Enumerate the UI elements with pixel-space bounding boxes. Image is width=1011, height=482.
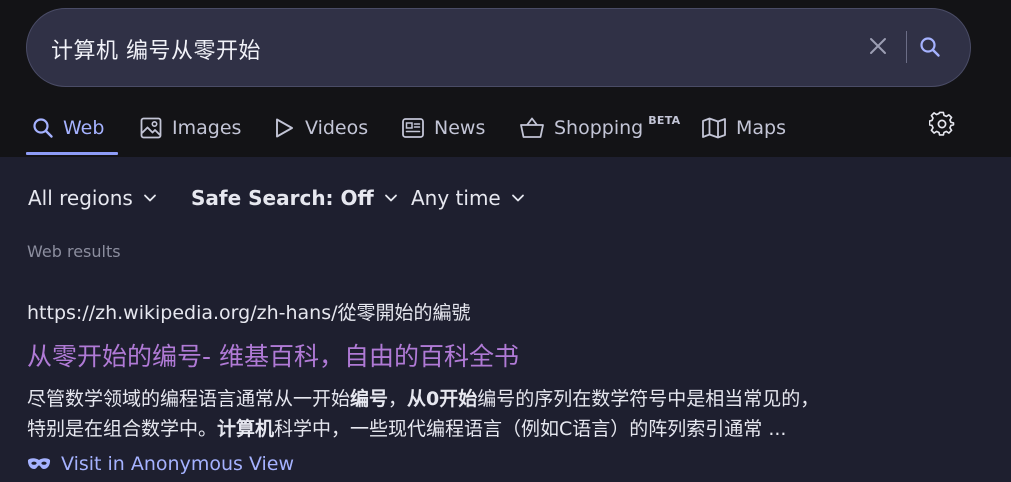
snippet-line-1: 尽管数学领域的编程语言通常从一开始编号，从0开始编号的序列在数学符号中是相当常见…	[27, 384, 927, 414]
tab-maps[interactable]: Maps	[701, 100, 786, 155]
region-filter-label: All regions	[28, 186, 133, 210]
snippet-highlight: 计算机	[217, 418, 275, 440]
tab-label: Web	[63, 116, 105, 139]
beta-badge: BETA	[648, 114, 681, 127]
safe-search-filter-label: Safe Search: Off	[191, 186, 374, 210]
anonymous-view-link[interactable]: Visit in Anonymous View	[27, 453, 294, 475]
tab-label: Shopping	[554, 116, 644, 139]
anonymous-view-label: Visit in Anonymous View	[61, 453, 295, 475]
tab-images[interactable]: Images	[139, 100, 241, 155]
snippet-highlight: 编号	[350, 388, 389, 410]
result-snippet: 尽管数学领域的编程语言通常从一开始编号，从0开始编号的序列在数学符号中是相当常见…	[27, 384, 927, 444]
snippet-text: ，	[388, 388, 408, 410]
tab-web[interactable]: Web	[32, 100, 104, 155]
snippet-text: 科学中，一些现代编程语言（例如C语言）的阵列索引通常 ...	[274, 418, 787, 440]
search-filters: All regions Safe Search: Off Any time	[28, 186, 628, 216]
tab-shopping[interactable]: Shopping BETA	[519, 100, 681, 155]
search-icon	[920, 37, 940, 57]
map-icon	[701, 116, 727, 140]
search-button[interactable]	[914, 31, 946, 63]
snippet-highlight: 从0开始	[407, 388, 478, 410]
search-input[interactable]: 计算机 编号从零开始	[51, 33, 261, 65]
settings-button[interactable]	[928, 110, 956, 138]
vertical-tabs: Web Images Videos News Shopping BETA Map…	[26, 100, 986, 157]
result-title-link[interactable]: 从零开始的编号- 维基百科，自由的百科全书	[27, 337, 519, 373]
play-icon	[272, 116, 296, 140]
active-tab-indicator	[26, 152, 118, 155]
search-icon	[32, 117, 54, 139]
tab-videos[interactable]: Videos	[272, 100, 368, 155]
clear-search-button[interactable]	[863, 31, 893, 61]
snippet-line-2: 特别是在组合数学中。计算机科学中，一些现代编程语言（例如C语言）的阵列索引通常 …	[27, 414, 927, 444]
search-divider	[906, 31, 907, 63]
time-filter-label: Any time	[411, 186, 501, 210]
time-filter[interactable]: Any time	[411, 186, 525, 210]
close-icon	[870, 38, 886, 54]
tab-label: Maps	[736, 116, 786, 139]
image-icon	[139, 116, 163, 140]
tab-news[interactable]: News	[401, 100, 485, 155]
result-url[interactable]: https://zh.wikipedia.org/zh-hans/從零開始的編號	[27, 298, 471, 325]
newspaper-icon	[401, 116, 425, 140]
mask-icon	[27, 457, 51, 471]
tab-label: Videos	[305, 116, 369, 139]
region-filter[interactable]: All regions	[28, 186, 157, 210]
snippet-text: 尽管数学领域的编程语言通常从一开始	[27, 388, 351, 410]
basket-icon	[519, 116, 545, 140]
chevron-down-icon	[384, 191, 398, 205]
search-bar[interactable]: 计算机 编号从零开始	[26, 8, 971, 87]
snippet-text: 特别是在组合数学中。	[27, 418, 218, 440]
gear-icon	[929, 111, 955, 136]
chevron-down-icon	[511, 191, 525, 205]
chevron-down-icon	[143, 191, 157, 205]
tab-label: Images	[172, 116, 242, 139]
tab-label: News	[434, 116, 486, 139]
header: 计算机 编号从零开始 Web Images Videos News Shoppi…	[0, 0, 1011, 157]
snippet-text: 编号的序列在数学符号中是相当常见的，	[477, 388, 820, 410]
section-label: Web results	[27, 242, 121, 261]
safe-search-filter[interactable]: Safe Search: Off	[191, 186, 398, 210]
